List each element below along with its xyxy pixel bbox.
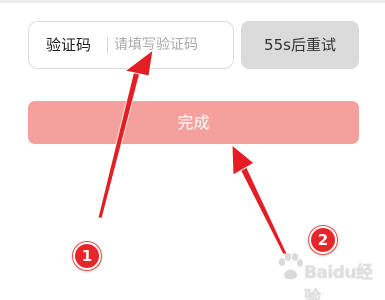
- field-separator: [107, 37, 108, 54]
- verification-code-row: 验证码 55s后重试: [28, 21, 359, 69]
- verification-code-label: 验证码: [46, 36, 92, 54]
- baidu-paw-icon: [278, 253, 303, 280]
- verification-page: 验证码 55s后重试 完成 1 2 Baidu经验: [0, 0, 385, 300]
- watermark-text: Baidu经验: [304, 263, 373, 300]
- verification-code-field: 验证码: [28, 21, 234, 69]
- submit-button[interactable]: 完成: [28, 101, 359, 144]
- arrow-1-shaft: [97, 70, 141, 219]
- resend-code-button[interactable]: 55s后重试: [241, 21, 359, 69]
- verification-code-input[interactable]: [114, 31, 228, 59]
- arrow-2-head: [231, 143, 255, 176]
- step-marker-1: 1: [73, 242, 101, 270]
- arrow-2-shaft: [239, 165, 288, 255]
- baidu-watermark: Baidu经验: [276, 250, 385, 300]
- top-divider: [0, 0, 385, 3]
